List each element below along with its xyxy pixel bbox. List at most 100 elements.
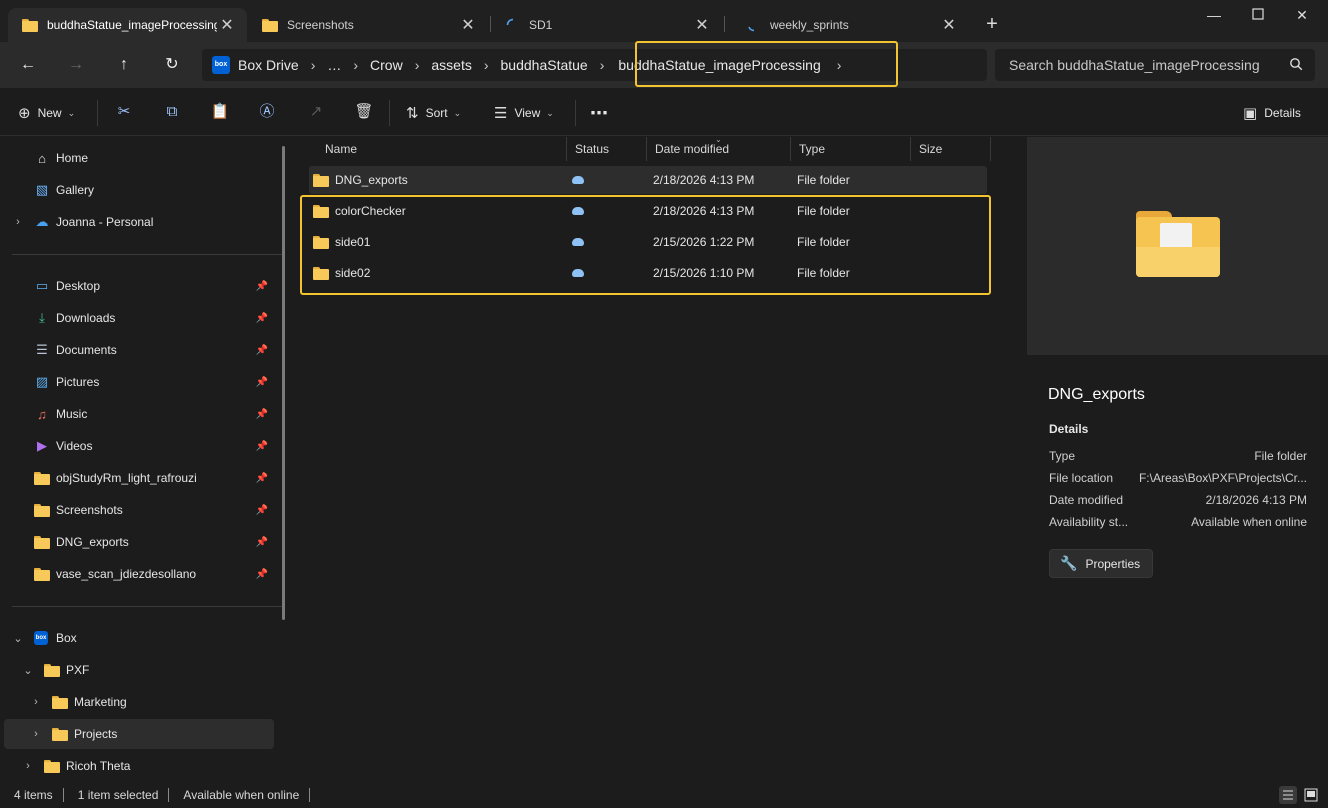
column-header-size[interactable]: Size xyxy=(911,137,991,161)
forward-button[interactable]: → xyxy=(64,54,88,76)
close-icon[interactable]: ✕ xyxy=(458,15,478,35)
chevron-right-icon[interactable]: › xyxy=(12,216,24,228)
pin-icon[interactable]: 📌 xyxy=(256,345,268,356)
chevron-right-icon[interactable]: › xyxy=(30,728,42,740)
breadcrumb-overflow[interactable]: … xyxy=(321,57,347,73)
sidebar-item-ricoh-theta[interactable]: › Ricoh Theta xyxy=(4,751,274,781)
tiles-view-icon xyxy=(1304,788,1318,802)
tab-sd1[interactable]: SD1 ✕ xyxy=(492,8,722,42)
pin-icon[interactable]: 📌 xyxy=(256,377,268,388)
toolbar-divider xyxy=(389,100,390,126)
sidebar-item-box[interactable]: ⌄ box Box xyxy=(4,623,274,653)
preview-area xyxy=(1027,137,1328,355)
sidebar-item-music[interactable]: ♫ Music 📌 xyxy=(4,399,274,429)
sidebar-item-documents[interactable]: ☰ Documents 📌 xyxy=(4,335,274,365)
close-window-button[interactable]: ✕ xyxy=(1290,5,1314,25)
more-options-icon[interactable]: ⋯ xyxy=(590,101,608,125)
folder-icon xyxy=(313,173,329,187)
chevron-right-icon[interactable]: › xyxy=(409,57,426,73)
view-icon: ☰ xyxy=(494,105,508,122)
sidebar-item-projects[interactable]: › Projects xyxy=(4,719,274,749)
sidebar-scrollbar[interactable] xyxy=(282,146,285,620)
delete-icon[interactable]: 🗑 xyxy=(354,102,374,122)
table-row[interactable]: DNG_exports 2/18/2026 4:13 PM File folde… xyxy=(309,166,987,194)
copy-icon[interactable]: ⧉ xyxy=(162,102,182,122)
properties-button[interactable]: 🔧 Properties xyxy=(1049,549,1153,578)
sort-button[interactable]: ⇅ Sort ⌄ xyxy=(406,101,461,125)
search-input[interactable] xyxy=(1009,57,1279,73)
pin-icon[interactable]: 📌 xyxy=(256,313,268,324)
share-icon[interactable]: ↗ xyxy=(306,102,326,122)
chevron-right-icon[interactable]: › xyxy=(22,760,34,772)
breadcrumb-crow[interactable]: Crow xyxy=(364,57,409,73)
folder-icon xyxy=(34,470,50,486)
chevron-right-icon[interactable]: › xyxy=(478,57,495,73)
sidebar-item-desktop[interactable]: ▭ Desktop 📌 xyxy=(4,271,274,301)
maximize-icon xyxy=(1252,8,1264,20)
sidebar-item-screenshots[interactable]: Screenshots 📌 xyxy=(4,495,274,525)
details-view-button[interactable] xyxy=(1279,786,1297,804)
sidebar-item-downloads[interactable]: ⤓ Downloads 📌 xyxy=(4,303,274,333)
chevron-right-icon[interactable]: › xyxy=(594,57,611,73)
new-tab-button[interactable]: + xyxy=(980,12,1004,36)
music-icon: ♫ xyxy=(37,406,47,422)
search-icon[interactable] xyxy=(1289,57,1303,71)
view-button[interactable]: ☰ View ⌄ xyxy=(494,101,554,125)
folder-icon xyxy=(44,662,60,678)
tab-buddhastatue-imageprocessing[interactable]: buddhaStatue_imageProcessing ✕ xyxy=(8,8,247,42)
status-divider xyxy=(309,788,311,802)
chevron-right-icon[interactable]: › xyxy=(347,57,364,73)
close-icon[interactable]: ✕ xyxy=(692,15,712,35)
pin-icon[interactable]: 📌 xyxy=(256,569,268,580)
pin-icon[interactable]: 📌 xyxy=(256,505,268,516)
search-box[interactable] xyxy=(995,49,1315,81)
column-header-status[interactable]: Status xyxy=(567,137,647,161)
sidebar-item-objstudyrm[interactable]: objStudyRm_light_rafrouzi 📌 xyxy=(4,463,274,493)
new-button[interactable]: ⊕ New ⌄ xyxy=(18,101,75,125)
refresh-button[interactable]: ↻ xyxy=(160,54,184,76)
tab-weekly-sprints[interactable]: weekly_sprints ✕ xyxy=(733,8,969,42)
details-button[interactable]: ▣ Details xyxy=(1243,101,1301,125)
tiles-view-button[interactable] xyxy=(1302,786,1320,804)
close-icon[interactable]: ✕ xyxy=(939,15,959,35)
box-icon: box xyxy=(212,56,230,74)
rename-icon[interactable]: Ⓐ xyxy=(257,102,277,122)
maximize-button[interactable] xyxy=(1246,5,1270,25)
back-button[interactable]: ← xyxy=(16,54,40,76)
tab-screenshots[interactable]: Screenshots ✕ xyxy=(248,8,488,42)
pin-icon[interactable]: 📌 xyxy=(256,473,268,484)
up-button[interactable]: ↑ xyxy=(112,54,136,76)
column-header-type[interactable]: Type xyxy=(791,137,911,161)
sidebar-item-gallery[interactable]: ▧ Gallery xyxy=(4,175,274,205)
sidebar-item-dng-exports[interactable]: DNG_exports 📌 xyxy=(4,527,274,557)
folder-icon xyxy=(44,758,60,774)
breadcrumb-assets[interactable]: assets xyxy=(425,57,477,73)
sidebar-item-vase-scan[interactable]: vase_scan_jdiezdesollano 📌 xyxy=(4,559,274,589)
detail-row-availability: Availability st... Available when online xyxy=(1049,515,1307,529)
sidebar-item-pxf[interactable]: ⌄ PXF xyxy=(4,655,274,685)
chevron-down-icon[interactable]: ⌄ xyxy=(12,632,24,645)
chevron-right-icon[interactable]: › xyxy=(305,57,322,73)
column-header-name[interactable]: Name xyxy=(317,137,567,161)
sidebar-item-videos[interactable]: ▶ Videos 📌 xyxy=(4,431,274,461)
folder-icon xyxy=(52,694,68,710)
sidebar-item-marketing[interactable]: › Marketing xyxy=(4,687,274,717)
close-icon[interactable]: ✕ xyxy=(217,15,237,35)
cut-icon[interactable]: ✂ xyxy=(114,102,134,122)
breadcrumb-buddhastatue[interactable]: buddhaStatue xyxy=(495,57,594,73)
minimize-button[interactable]: — xyxy=(1202,5,1226,25)
sidebar-item-pictures[interactable]: ▨ Pictures 📌 xyxy=(4,367,274,397)
pin-icon[interactable]: 📌 xyxy=(256,409,268,420)
chevron-down-icon: ⌄ xyxy=(453,107,462,118)
sidebar-item-joanna-personal[interactable]: › ☁ Joanna - Personal xyxy=(4,207,274,237)
pin-icon[interactable]: 📌 xyxy=(256,537,268,548)
breadcrumb-box-drive[interactable]: box Box Drive xyxy=(212,56,305,74)
pin-icon[interactable]: 📌 xyxy=(256,441,268,452)
paste-icon[interactable]: 📋 xyxy=(210,102,230,122)
chevron-right-icon[interactable]: › xyxy=(30,696,42,708)
sort-icon: ⇅ xyxy=(406,105,419,122)
pin-icon[interactable]: 📌 xyxy=(256,281,268,292)
sidebar-item-home[interactable]: ⌂ Home xyxy=(4,143,274,173)
tab-divider xyxy=(724,16,725,32)
chevron-down-icon[interactable]: ⌄ xyxy=(22,664,34,677)
